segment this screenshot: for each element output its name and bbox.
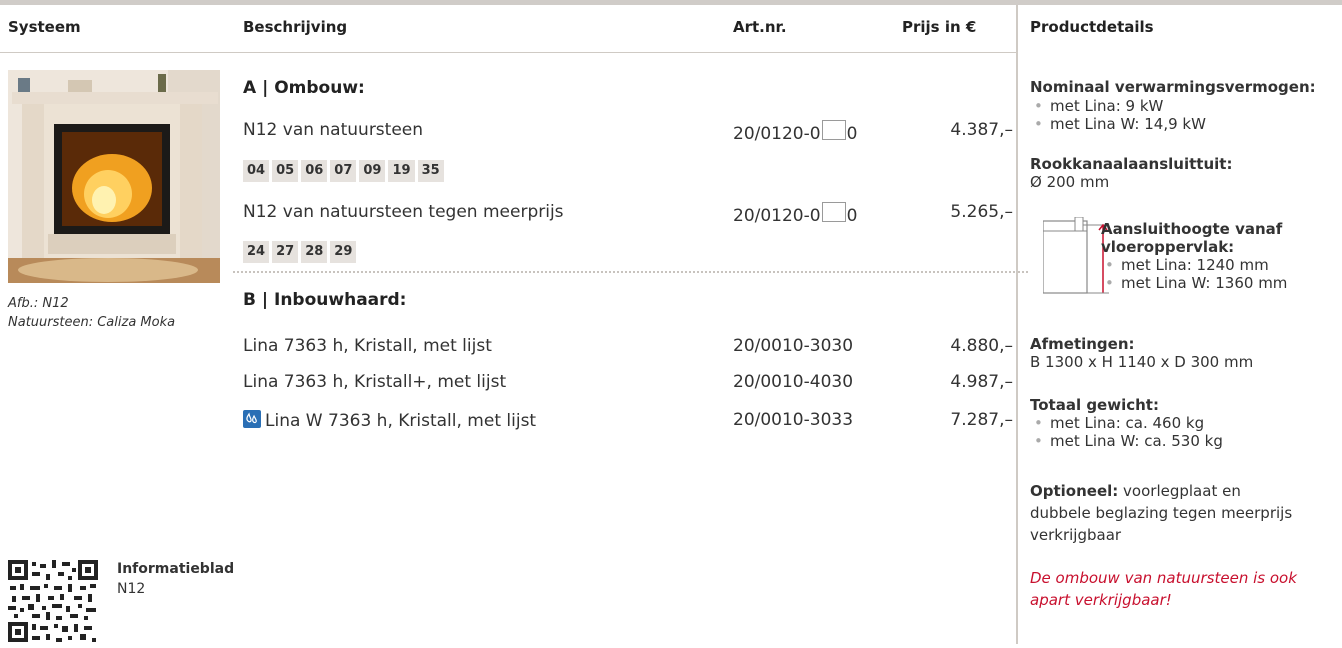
row-price: 7.287,– <box>950 410 1013 430</box>
row-price: 5.265,– <box>950 202 1013 222</box>
section-a-title: A | Ombouw: <box>243 78 365 98</box>
table-row: N12 van natuursteen 20/0120-0 0 4.387,– <box>243 120 1013 148</box>
header-price: Prijs in € <box>902 18 977 36</box>
caption-material: Natuursteen: Caliza Moka <box>8 315 176 330</box>
header-artnr: Art.nr. <box>733 18 787 36</box>
row-artnr: 20/0010-3030 <box>733 336 854 356</box>
note-line-1: De ombouw van natuursteen is ook <box>1030 569 1297 587</box>
dimensions-title: Afmetingen: <box>1030 335 1135 353</box>
row-artnr: 20/0120-0 0 <box>733 202 857 226</box>
row-description: Lina 7363 h, Kristall, met lijst <box>243 336 492 356</box>
caption-model: Afb.: N12 <box>8 296 69 311</box>
heating-output-block: Nominaal verwarmingsvermogen: met Lina: … <box>1030 78 1335 133</box>
qr-code-icon[interactable] <box>8 560 98 644</box>
stone-code: 29 <box>330 241 357 263</box>
row-description: Lina W 7363 h, Kristall, met lijst <box>243 410 536 431</box>
row-artnr: 20/0010-3033 <box>733 410 854 430</box>
stone-code: 04 <box>243 160 270 182</box>
separate-availability-note: De ombouw van natuursteen is ook apart v… <box>1030 567 1335 611</box>
table-row: Lina W 7363 h, Kristall, met lijst 20/00… <box>243 410 1013 438</box>
list-item: met Lina W: 1360 mm <box>1101 274 1335 292</box>
fireplace-image <box>8 70 220 283</box>
connection-height-block: Aansluithoogte vanaf vloeroppervlak: met… <box>1101 220 1335 292</box>
info-sheet-model: N12 <box>117 581 146 597</box>
list-item: met Lina: ca. 460 kg <box>1030 414 1335 432</box>
row-price: 4.987,– <box>950 372 1013 392</box>
info-sheet-title: Informatieblad <box>117 561 235 577</box>
stone-code: 07 <box>330 160 357 182</box>
optional-line-1: Optioneel: voorlegplaat en <box>1030 482 1241 500</box>
row-artnr: 20/0120-0 0 <box>733 120 857 144</box>
section-divider-tail <box>1018 271 1028 273</box>
header-description: Beschrijving <box>243 18 348 36</box>
list-item: met Lina: 1240 mm <box>1101 256 1335 274</box>
variant-code-box[interactable] <box>821 120 846 140</box>
stone-codes-list-1: 04 05 06 07 09 19 35 <box>243 159 447 183</box>
optional-block: Optioneel: voorlegplaat en dubbele begla… <box>1030 480 1335 546</box>
list-item: met Lina W: ca. 530 kg <box>1030 432 1335 450</box>
stone-codes-list-2: 24 27 28 29 <box>243 240 359 264</box>
header-details: Productdetails <box>1030 18 1154 36</box>
optional-line-3: verkrijgbaar <box>1030 526 1122 544</box>
weight-title: Totaal gewicht: <box>1030 396 1159 414</box>
row-description: N12 van natuursteen <box>243 120 424 140</box>
row-description: Lina 7363 h, Kristall+, met lijst <box>243 372 507 392</box>
stone-code: 05 <box>272 160 299 182</box>
connection-height-title-2: vloeroppervlak: <box>1101 238 1235 256</box>
connection-height-title: Aansluithoogte vanaf <box>1101 220 1283 238</box>
flue-block: Rookkanaalaansluittuit: Ø 200 mm <box>1030 155 1335 191</box>
list-item: met Lina: 9 kW <box>1030 97 1335 115</box>
row-price: 4.387,– <box>950 120 1013 140</box>
header-system: Systeem <box>8 18 81 36</box>
column-divider <box>1016 5 1018 644</box>
stone-code: 27 <box>272 241 299 263</box>
price-list-page: Systeem Beschrijving Art.nr. Prijs in € … <box>0 0 1342 644</box>
stone-code: 19 <box>388 160 415 182</box>
weight-block: Totaal gewicht: met Lina: ca. 460 kg met… <box>1030 396 1335 450</box>
top-rule <box>0 0 1342 5</box>
table-row: N12 van natuursteen tegen meerprijs 20/0… <box>243 202 1013 230</box>
water-heating-icon <box>243 410 261 428</box>
stone-code: 35 <box>417 160 444 182</box>
image-caption: Afb.: N12 Natuursteen: Caliza Moka <box>8 294 175 332</box>
dimensions-value: B 1300 x H 1140 x D 300 mm <box>1030 353 1254 371</box>
list-item: met Lina W: 14,9 kW <box>1030 115 1335 133</box>
optional-line-2: dubbele beglazing tegen meerprijs <box>1030 504 1293 522</box>
note-line-2: apart verkrijgbaar! <box>1030 591 1172 609</box>
variant-code-box[interactable] <box>821 202 846 222</box>
stone-code: 06 <box>301 160 328 182</box>
flue-value: Ø 200 mm <box>1030 173 1110 191</box>
heating-output-title: Nominaal verwarmingsvermogen: <box>1030 78 1316 96</box>
table-row: Lina 7363 h, Kristall, met lijst 20/0010… <box>243 336 1013 364</box>
row-description: N12 van natuursteen tegen meerprijs <box>243 202 564 222</box>
stone-code: 09 <box>359 160 386 182</box>
dimensions-block: Afmetingen: B 1300 x H 1140 x D 300 mm <box>1030 335 1335 371</box>
section-b-title: B | Inbouwhaard: <box>243 290 407 310</box>
section-divider <box>233 271 1015 273</box>
stone-code: 28 <box>301 241 328 263</box>
header-rule <box>0 52 1016 53</box>
flue-title: Rookkanaalaansluittuit: <box>1030 155 1233 173</box>
row-price: 4.880,– <box>950 336 1013 356</box>
stone-code: 24 <box>243 241 270 263</box>
table-row: Lina 7363 h, Kristall+, met lijst 20/001… <box>243 372 1013 400</box>
row-artnr: 20/0010-4030 <box>733 372 854 392</box>
